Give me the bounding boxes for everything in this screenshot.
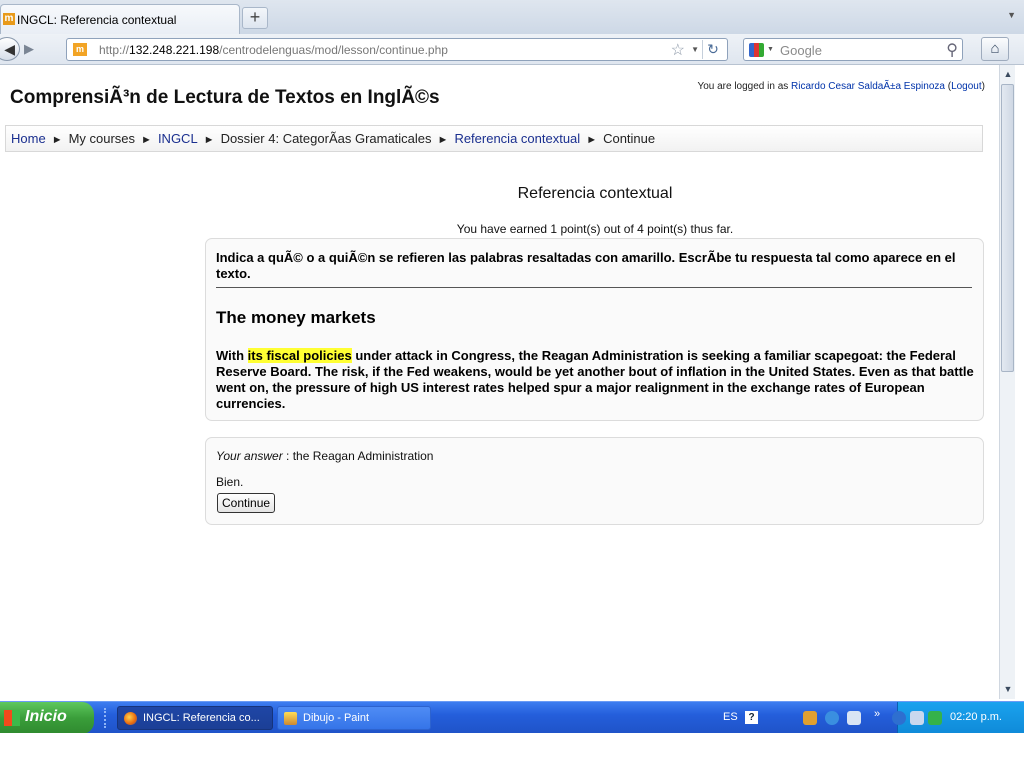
answer-box: Your answer : the Reagan Administration … bbox=[205, 437, 984, 525]
tray-app-icon[interactable] bbox=[803, 711, 817, 725]
logout-link[interactable]: Logout bbox=[951, 81, 982, 92]
url-host: 132.248.221.198 bbox=[129, 43, 220, 57]
search-input[interactable]: Google bbox=[780, 43, 822, 58]
search-bar[interactable]: ▼ Google ⚲ bbox=[743, 38, 963, 61]
breadcrumb-course-link[interactable]: INGCL bbox=[158, 131, 198, 146]
home-button[interactable]: ⌂ bbox=[981, 37, 1009, 61]
breadcrumb-separator: ► bbox=[437, 134, 449, 146]
address-bar[interactable]: m http://132.248.221.198/centrodelenguas… bbox=[66, 38, 728, 61]
answer-separator: : bbox=[282, 449, 293, 463]
score-text: You have earned 1 point(s) out of 4 poin… bbox=[456, 222, 734, 236]
taskbar-item-label: INGCL: Referencia co... bbox=[143, 712, 260, 724]
breadcrumb-separator: ► bbox=[141, 134, 152, 146]
screen-bottom bbox=[0, 733, 1024, 768]
tab-list-chevron-icon[interactable]: ▼ bbox=[1007, 10, 1016, 20]
answer-value: the Reagan Administration bbox=[292, 449, 434, 463]
answer-line: Your answer : the Reagan Administration bbox=[216, 449, 433, 463]
site-favicon-icon: m bbox=[73, 43, 87, 56]
breadcrumb-separator: ► bbox=[586, 134, 598, 146]
scrollbar-thumb[interactable] bbox=[1001, 84, 1014, 372]
home-icon: ⌂ bbox=[990, 40, 1000, 57]
window-edge bbox=[1015, 65, 1024, 699]
help-icon[interactable]: ? bbox=[745, 711, 758, 724]
forward-arrow-icon: ▶ bbox=[24, 41, 34, 56]
page-viewport: You are logged in as Ricardo Cesar Salda… bbox=[0, 65, 999, 699]
url-prefix: http:// bbox=[99, 43, 130, 57]
breadcrumb-separator: ► bbox=[51, 134, 63, 146]
article-title: The money markets bbox=[216, 308, 376, 327]
login-prefix: You are logged in as bbox=[697, 81, 792, 92]
back-button[interactable]: ◀ bbox=[0, 37, 20, 61]
taskbar-grip bbox=[104, 708, 108, 728]
tray-network-icon[interactable] bbox=[847, 711, 861, 725]
star-icon[interactable]: ☆ bbox=[671, 40, 685, 60]
reload-icon[interactable]: ↻ bbox=[702, 40, 723, 59]
highlighted-phrase: its fiscal policies bbox=[247, 348, 352, 363]
breadcrumb-section: Dossier 4: CategorÃas Gramaticales bbox=[220, 131, 432, 146]
moodle-favicon-icon: m bbox=[3, 13, 15, 25]
breadcrumb-current: Continue bbox=[603, 131, 656, 146]
breadcrumb-lesson-link[interactable]: Referencia contextual bbox=[454, 131, 580, 146]
start-button[interactable]: Inicio bbox=[0, 702, 94, 734]
passage-start: With bbox=[216, 348, 248, 363]
quick-launch-chevron-icon[interactable]: » bbox=[874, 708, 880, 720]
scroll-down-icon[interactable]: ▼ bbox=[1001, 682, 1015, 697]
browser-navigation-bar: ◀ ▶ m http://132.248.221.198/centrodelen… bbox=[0, 34, 1024, 65]
windows-logo-icon bbox=[4, 710, 20, 726]
breadcrumb-separator: ► bbox=[203, 134, 215, 146]
login-info: You are logged in as Ricardo Cesar Salda… bbox=[697, 81, 985, 92]
search-engine-dropdown-icon[interactable]: ▼ bbox=[767, 46, 774, 53]
firefox-icon bbox=[124, 712, 137, 725]
logout-close: ) bbox=[981, 81, 985, 92]
address-bar-url[interactable]: http://132.248.221.198/centrodelenguas/m… bbox=[99, 43, 448, 57]
vertical-scrollbar[interactable]: ▲ ▼ bbox=[999, 65, 1015, 699]
continue-button[interactable]: Continue bbox=[217, 493, 276, 513]
taskbar-item-paint[interactable]: Dibujo - Paint bbox=[277, 706, 431, 730]
magnifier-icon[interactable]: ⚲ bbox=[946, 40, 958, 60]
url-path: /centrodelenguas/mod/lesson/continue.php bbox=[219, 43, 448, 57]
taskbar-item-firefox[interactable]: INGCL: Referencia co... bbox=[117, 706, 273, 730]
tray-expand-icon[interactable] bbox=[892, 711, 906, 725]
scroll-up-icon[interactable]: ▲ bbox=[1001, 67, 1015, 82]
site-title: ComprensiÃ³n de Lectura de Textos en Ing… bbox=[10, 87, 440, 108]
feedback-text: Bien. bbox=[216, 475, 244, 489]
breadcrumb-home-link[interactable]: Home bbox=[11, 131, 46, 146]
question-box: Indica a quÃ© o a quiÃ©n se refieren las… bbox=[205, 238, 984, 421]
lesson-title: Referencia contextual bbox=[517, 185, 673, 202]
user-profile-link[interactable]: Ricardo Cesar SaldaÃ±a Espinoza bbox=[791, 81, 945, 92]
answer-label: Your answer bbox=[216, 449, 283, 463]
browser-tab-bar: m INGCL: Referencia contextual + ▼ bbox=[0, 0, 1024, 35]
new-tab-button[interactable]: + bbox=[242, 7, 268, 29]
reading-passage: With its fiscal policies under attack in… bbox=[216, 348, 976, 412]
tray-monitor-icon[interactable] bbox=[910, 711, 924, 725]
back-arrow-icon: ◀ bbox=[4, 41, 15, 57]
start-label: Inicio bbox=[25, 708, 67, 725]
clock: 02:20 p.m. bbox=[950, 711, 1002, 723]
tray-status-icon[interactable] bbox=[928, 711, 942, 725]
system-tray: 02:20 p.m. bbox=[892, 702, 1024, 734]
browser-tab-active[interactable]: m INGCL: Referencia contextual bbox=[0, 4, 240, 34]
language-indicator[interactable]: ES bbox=[723, 711, 738, 723]
google-engine-icon[interactable] bbox=[749, 43, 764, 57]
paint-icon bbox=[284, 712, 297, 725]
ie-icon[interactable] bbox=[825, 711, 839, 725]
forward-button[interactable]: ▶ bbox=[24, 41, 34, 57]
divider bbox=[216, 287, 972, 288]
tab-title: INGCL: Referencia contextual bbox=[17, 13, 177, 27]
breadcrumb: Home ► My courses ► INGCL ► Dossier 4: Categor… bbox=[5, 125, 983, 152]
history-dropdown-icon[interactable]: ▼ bbox=[691, 45, 699, 54]
windows-taskbar: Inicio INGCL: Referencia co... Dibujo - … bbox=[0, 701, 1024, 734]
taskbar-item-label: Dibujo - Paint bbox=[303, 712, 370, 724]
question-instructions: Indica a quÃ© o a quiÃ©n se refieren las… bbox=[216, 250, 956, 281]
breadcrumb-my-courses: My courses bbox=[68, 131, 136, 146]
